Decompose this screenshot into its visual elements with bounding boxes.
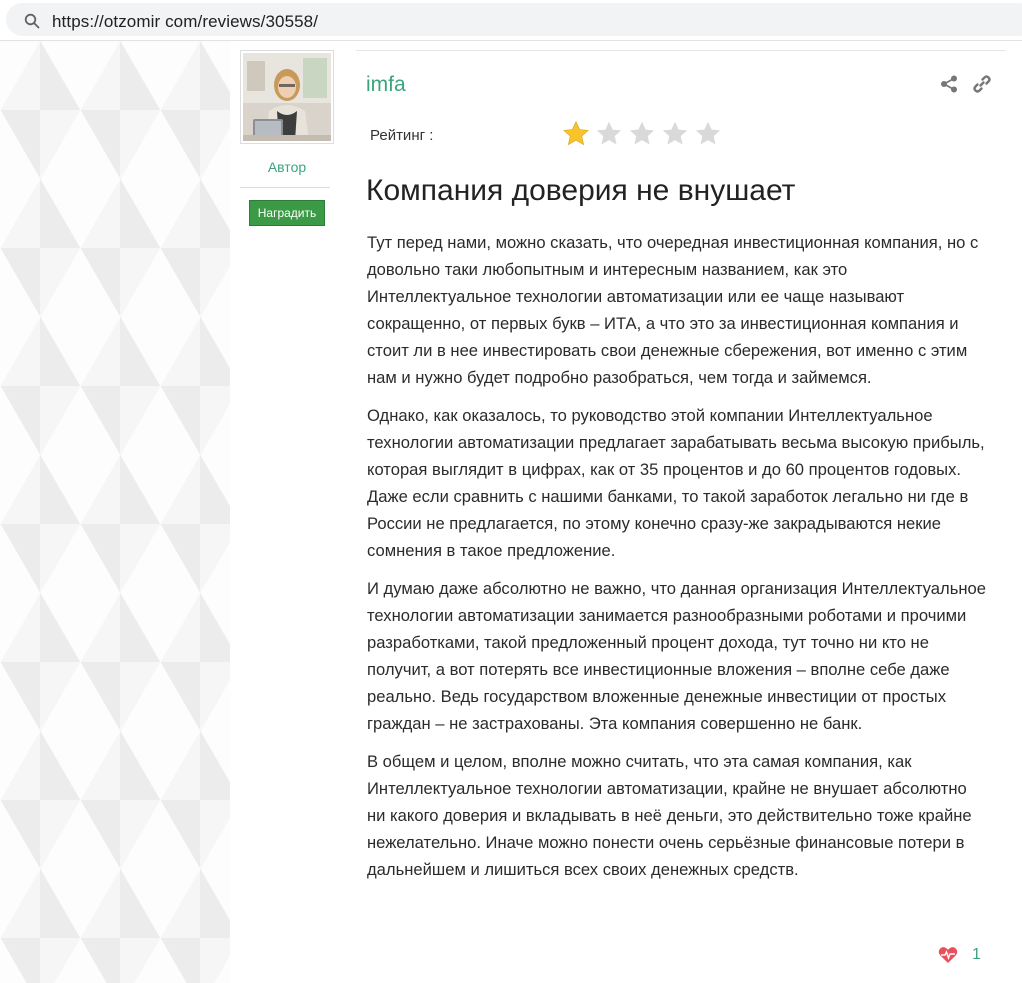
rating-stars [562, 120, 722, 148]
star-filled-icon [563, 120, 589, 146]
reward-button[interactable]: Наградить [249, 200, 325, 226]
url-text[interactable]: https://otzomir com/reviews/30558/ [52, 12, 318, 32]
author-label: Автор [267, 159, 307, 175]
rating-label: Рейтинг : [370, 127, 434, 144]
like-button[interactable]: 1 [938, 946, 981, 964]
star-empty-icon [629, 121, 655, 145]
divider [240, 187, 330, 188]
heart-icon [938, 947, 958, 963]
review-card: imfa Рейтинг : Компания доверия не внуша… [352, 41, 1022, 983]
review-paragraph: Тут перед нами, можно сказать, что очере… [367, 233, 979, 387]
review-paragraph: И думаю даже абсолютно не важно, что дан… [367, 579, 986, 733]
review-paragraph: В общем и целом, вполне можно считать, ч… [367, 752, 972, 879]
background-pattern [0, 41, 230, 983]
url-field[interactable]: https://otzomir com/reviews/30558/ [6, 3, 1022, 36]
review-body: Тут перед нами, можно сказать, что очере… [367, 229, 987, 894]
avatar-image [243, 53, 331, 141]
like-count: 1 [972, 946, 981, 963]
review-paragraph: Однако, как оказалось, то руководство эт… [367, 406, 985, 560]
share-icon[interactable] [940, 75, 958, 93]
star-empty-icon [695, 121, 721, 145]
review-title: Компания доверия не внушает [366, 174, 796, 207]
search-icon [24, 13, 40, 29]
star-empty-icon [662, 121, 688, 145]
avatar[interactable] [240, 50, 334, 144]
username-link[interactable]: imfa [366, 73, 406, 97]
address-bar: https://otzomir com/reviews/30558/ [0, 0, 1022, 41]
author-panel: Автор Наградить [230, 41, 352, 983]
link-icon[interactable] [972, 74, 992, 94]
star-empty-icon [596, 121, 622, 145]
divider [356, 50, 1006, 51]
